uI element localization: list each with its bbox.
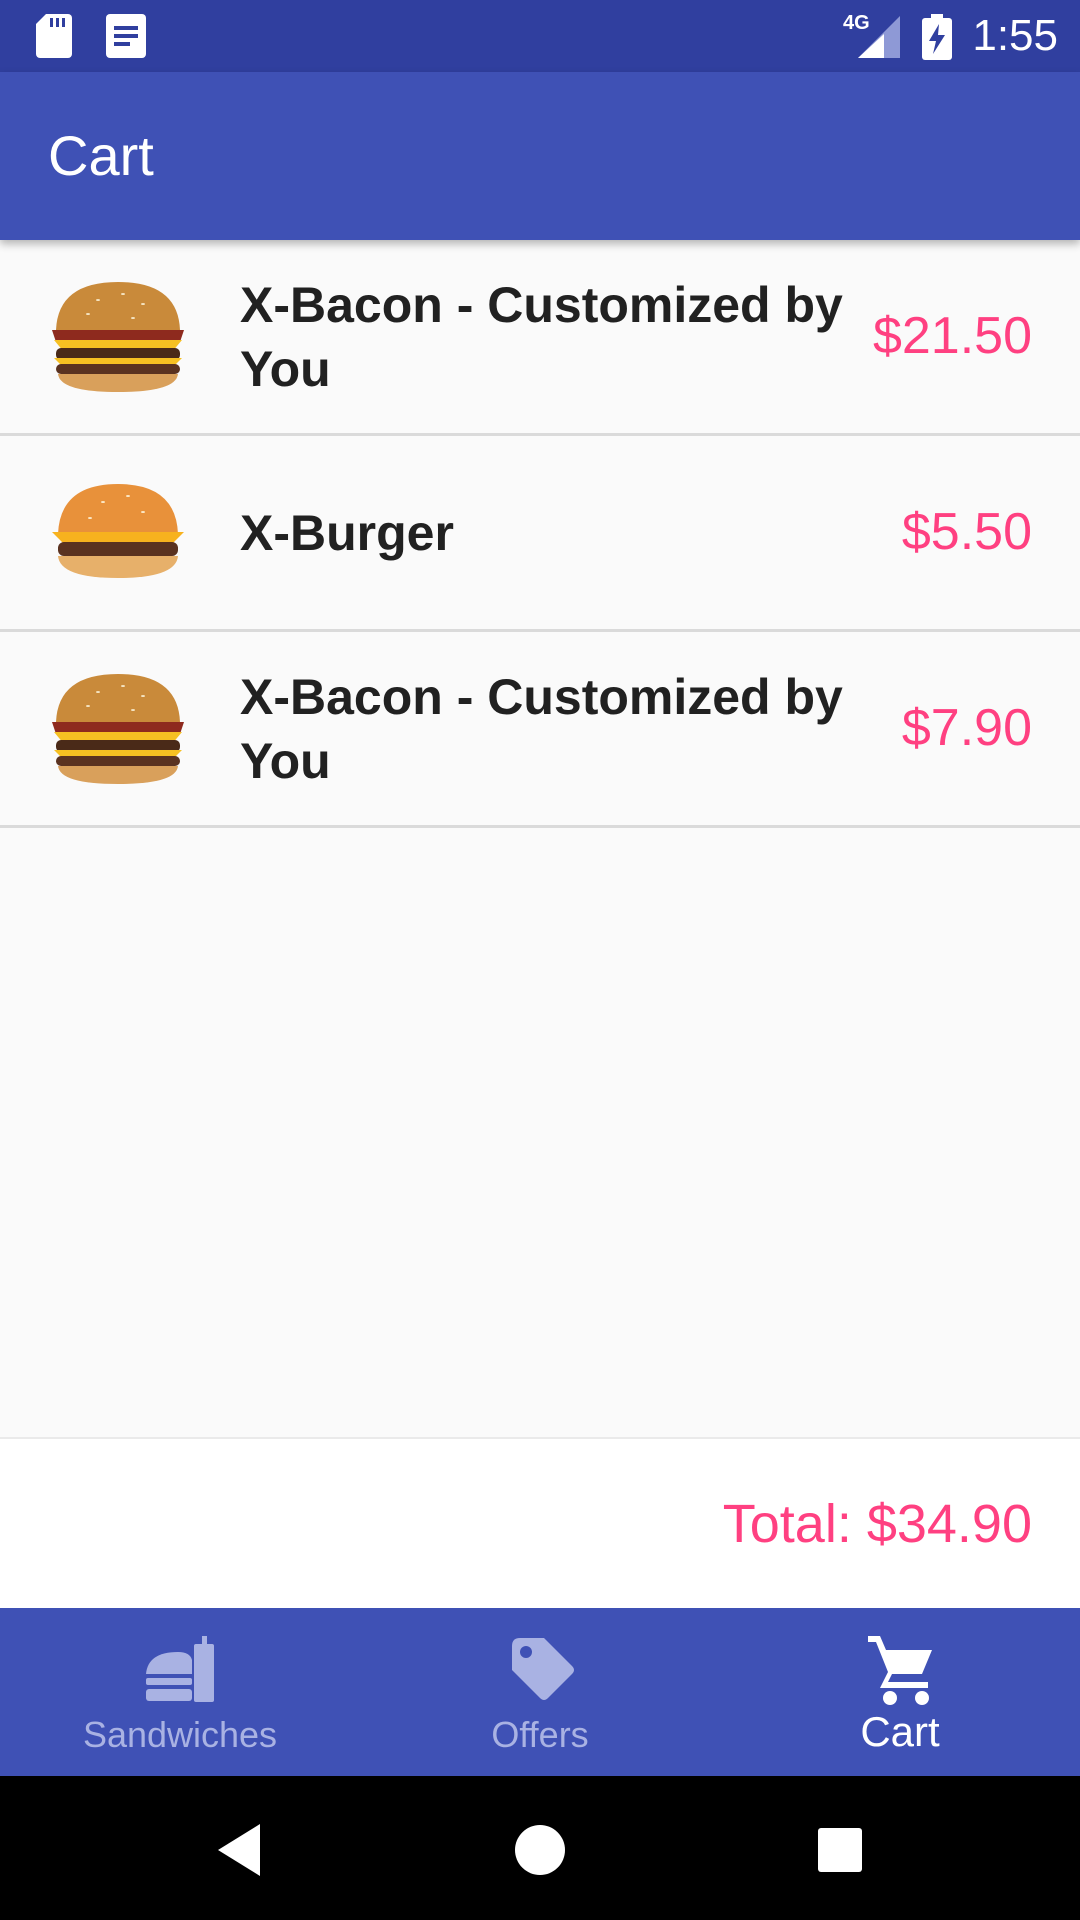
back-icon[interactable] (210, 1820, 270, 1880)
status-time: 1:55 (972, 11, 1058, 60)
page-title: Cart (48, 124, 154, 187)
bottom-navigation: Sandwiches Offers Cart (0, 1608, 1080, 1776)
cart-icon (868, 1636, 932, 1705)
tab-label: Offers (491, 1714, 589, 1755)
signal-4g-icon (858, 16, 900, 58)
item-name: X-Burger (240, 504, 454, 561)
cart-list: X-Bacon - Customized by You $21.50 X-Bur… (0, 240, 1080, 828)
item-name: X-Bacon - Customized by You (240, 668, 843, 789)
x-burger-icon (52, 484, 184, 578)
tag-icon (512, 1638, 574, 1700)
cart-total: Total: $34.90 (722, 1494, 1032, 1554)
item-price: $5.50 (901, 503, 1032, 561)
sandwich-icon (146, 1636, 214, 1702)
cart-item[interactable]: X-Burger $5.50 (0, 436, 1080, 632)
x-bacon-burger-icon (52, 282, 184, 392)
system-navigation-bar (0, 1776, 1080, 1920)
cart-total-panel: Total: $34.90 (0, 1437, 1080, 1610)
tab-label: Sandwiches (82, 1714, 278, 1755)
status-bar: 4G 1:55 (0, 0, 1080, 72)
app-bar: Cart (0, 72, 1080, 240)
notification-doc-icon (106, 14, 146, 58)
tab-label: Cart (860, 1708, 940, 1755)
x-bacon-burger-icon (52, 674, 184, 784)
battery-charging-icon (922, 14, 952, 60)
home-icon[interactable] (510, 1820, 570, 1880)
sd-card-icon (36, 14, 72, 58)
cart-item[interactable]: X-Bacon - Customized by You $21.50 (0, 240, 1080, 436)
item-price: $21.50 (872, 307, 1032, 365)
tab-sandwiches[interactable]: Sandwiches (0, 1608, 360, 1776)
item-name: X-Bacon - Customized by You (240, 276, 843, 397)
cart-item[interactable]: X-Bacon - Customized by You $7.90 (0, 632, 1080, 828)
tab-offers[interactable]: Offers (360, 1608, 720, 1776)
item-price: $7.90 (901, 699, 1032, 757)
tab-cart[interactable]: Cart (720, 1608, 1080, 1776)
recents-icon[interactable] (810, 1820, 870, 1880)
